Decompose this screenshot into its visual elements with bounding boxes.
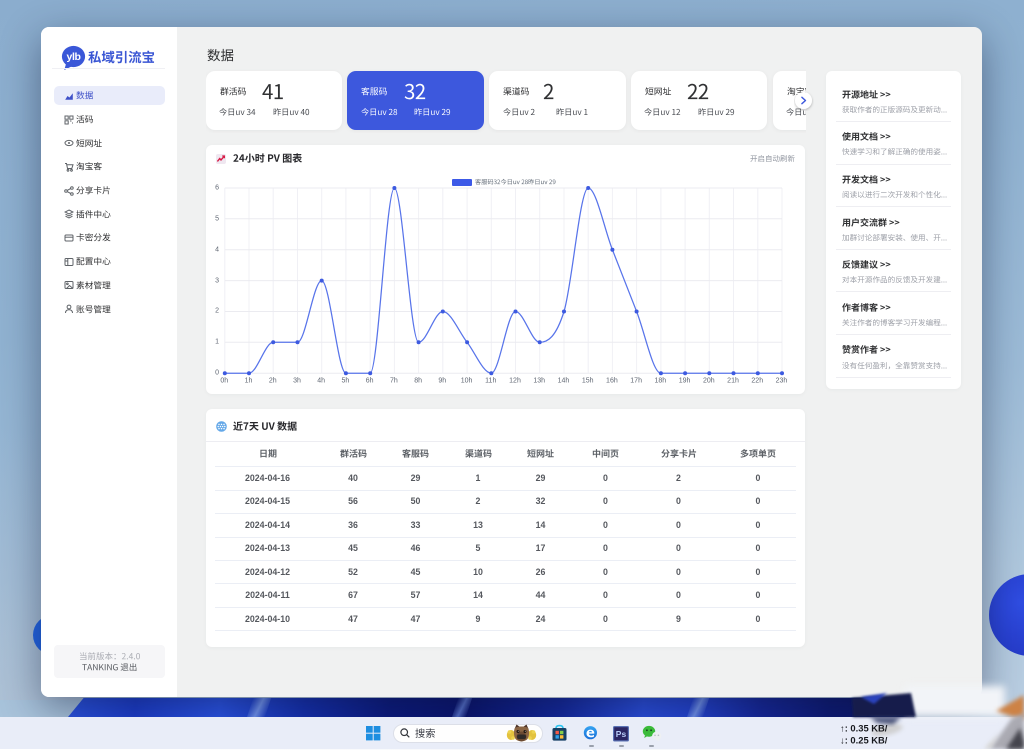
svg-text:Ps: Ps [616, 729, 627, 739]
